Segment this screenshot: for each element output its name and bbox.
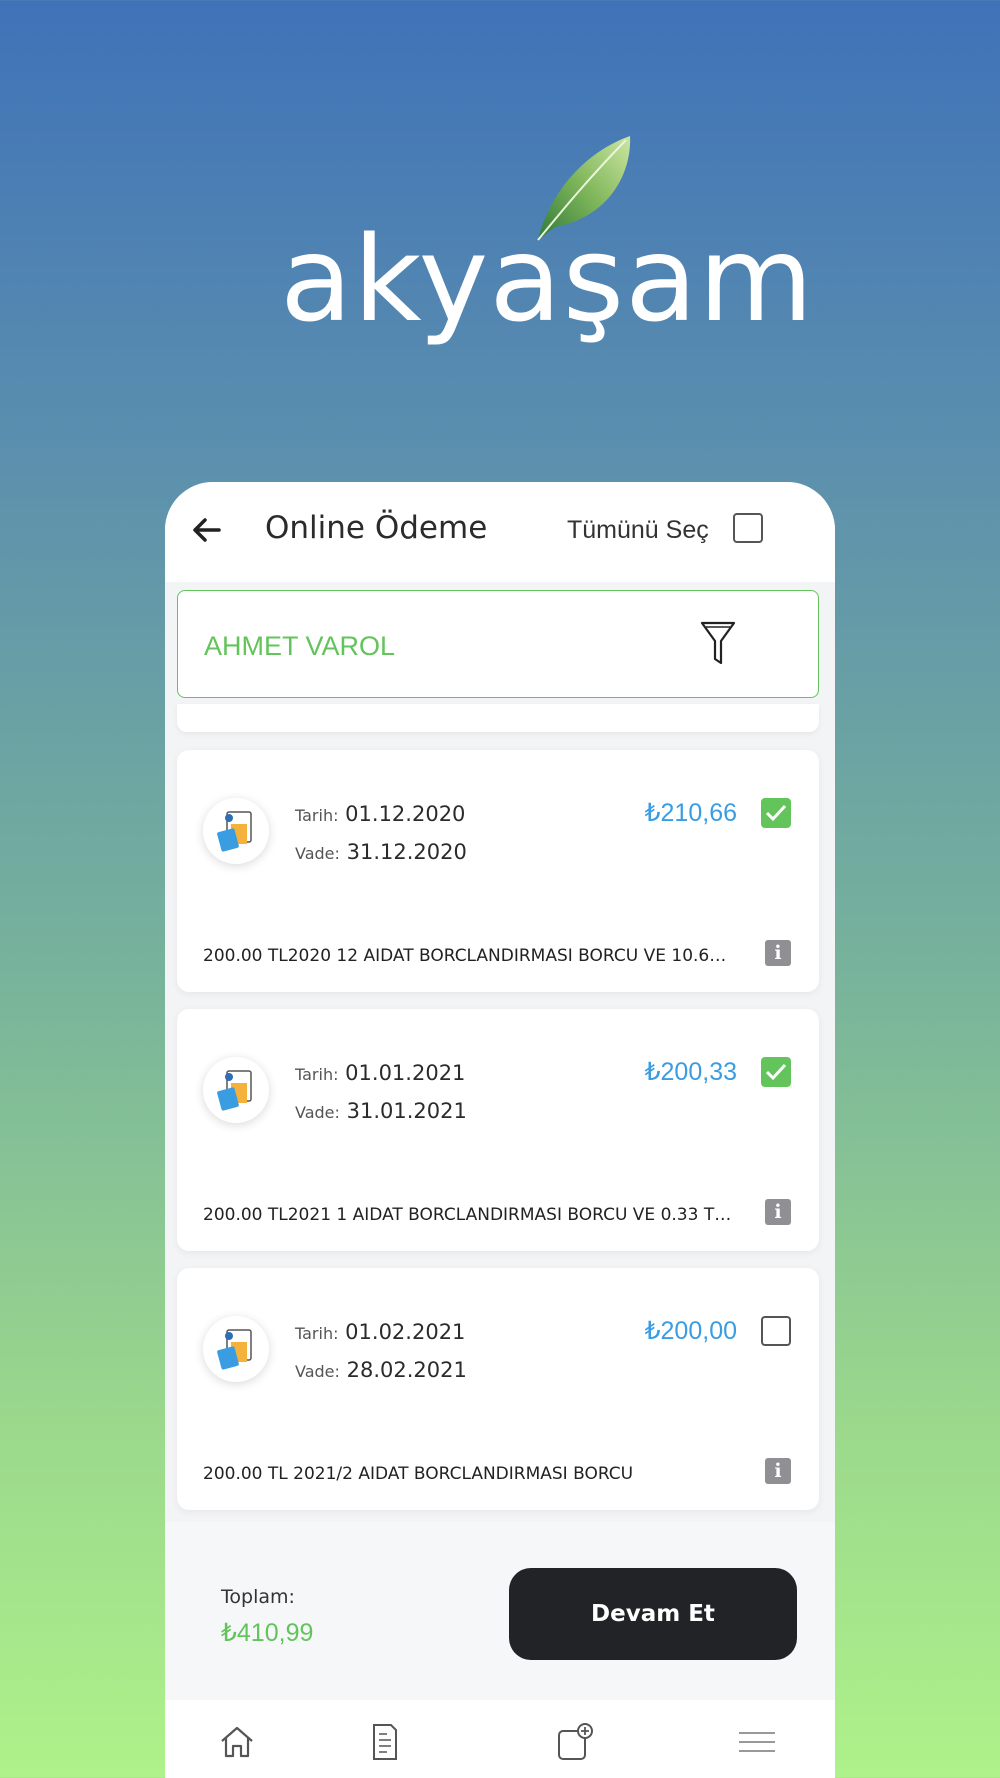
list-item-partial: [177, 704, 819, 732]
invoice-description: 200.00 TL2021 1 AIDAT BORCLANDIRMASI BOR…: [203, 1205, 733, 1225]
page-title: Online Ödeme: [265, 510, 488, 546]
invoice-checkbox[interactable]: [761, 1316, 791, 1346]
invoice-icon: [217, 1329, 252, 1370]
add-app-icon[interactable]: [555, 1722, 595, 1762]
invoice-avatar: [203, 798, 269, 864]
invoice-amount: ₺210,66: [644, 799, 737, 827]
invoice-avatar: [203, 1057, 269, 1123]
invoice-icon: [217, 811, 252, 852]
home-icon[interactable]: [217, 1722, 257, 1762]
invoice-due-date: Vade: 31.12.2020: [295, 840, 467, 864]
select-all-label[interactable]: Tümünü Seç: [567, 516, 709, 545]
invoice-description: 200.00 TL 2021/2 AIDAT BORCLANDIRMASI BO…: [203, 1464, 634, 1484]
invoice-date: Tarih: 01.01.2021: [295, 1061, 466, 1085]
invoice-checkbox[interactable]: [761, 798, 791, 828]
check-icon: [765, 1063, 787, 1081]
filter-icon[interactable]: [698, 619, 738, 669]
payment-summary: Toplam: ₺410,99 Devam Et: [165, 1522, 835, 1722]
info-icon[interactable]: i: [765, 940, 791, 966]
info-icon[interactable]: i: [765, 1458, 791, 1484]
select-all-checkbox[interactable]: [733, 513, 763, 543]
invoice-due-date: Vade: 31.01.2021: [295, 1099, 467, 1123]
continue-button[interactable]: Devam Et: [509, 1568, 797, 1660]
total-label: Toplam:: [221, 1586, 295, 1608]
account-filter[interactable]: AHMET VAROL: [177, 590, 819, 698]
top-bar: Online Ödeme Tümünü Seç: [165, 482, 835, 582]
invoice-card[interactable]: Tarih: 01.01.2021 Vade: 31.01.2021 ₺200,…: [177, 1009, 819, 1251]
info-icon[interactable]: i: [765, 1199, 791, 1225]
invoice-date: Tarih: 01.12.2020: [295, 802, 466, 826]
brand-logo: akyaşam: [0, 60, 1000, 338]
invoice-card[interactable]: Tarih: 01.02.2021 Vade: 28.02.2021 ₺200,…: [177, 1268, 819, 1510]
invoice-due-date: Vade: 28.02.2021: [295, 1358, 467, 1382]
back-arrow-icon[interactable]: [189, 512, 225, 548]
account-name: AHMET VAROL: [204, 631, 396, 661]
bottom-navigation: [165, 1700, 835, 1778]
menu-icon[interactable]: [737, 1722, 777, 1762]
invoice-amount: ₺200,33: [644, 1058, 737, 1086]
invoice-icon: [217, 1070, 252, 1111]
total-amount: ₺410,99: [221, 1619, 314, 1647]
invoice-avatar: [203, 1316, 269, 1382]
invoice-checkbox[interactable]: [761, 1057, 791, 1087]
document-icon[interactable]: [365, 1722, 405, 1762]
invoice-date: Tarih: 01.02.2021: [295, 1320, 466, 1344]
invoice-amount: ₺200,00: [644, 1317, 737, 1345]
brand-name: akyaşam: [280, 210, 815, 348]
check-icon: [765, 804, 787, 822]
invoice-description: 200.00 TL2020 12 AIDAT BORCLANDIRMASI BO…: [203, 946, 733, 966]
phone-screen: Online Ödeme Tümünü Seç AHMET VAROL Tari…: [165, 482, 835, 1778]
invoice-card[interactable]: Tarih: 01.12.2020 Vade: 31.12.2020 ₺210,…: [177, 750, 819, 992]
